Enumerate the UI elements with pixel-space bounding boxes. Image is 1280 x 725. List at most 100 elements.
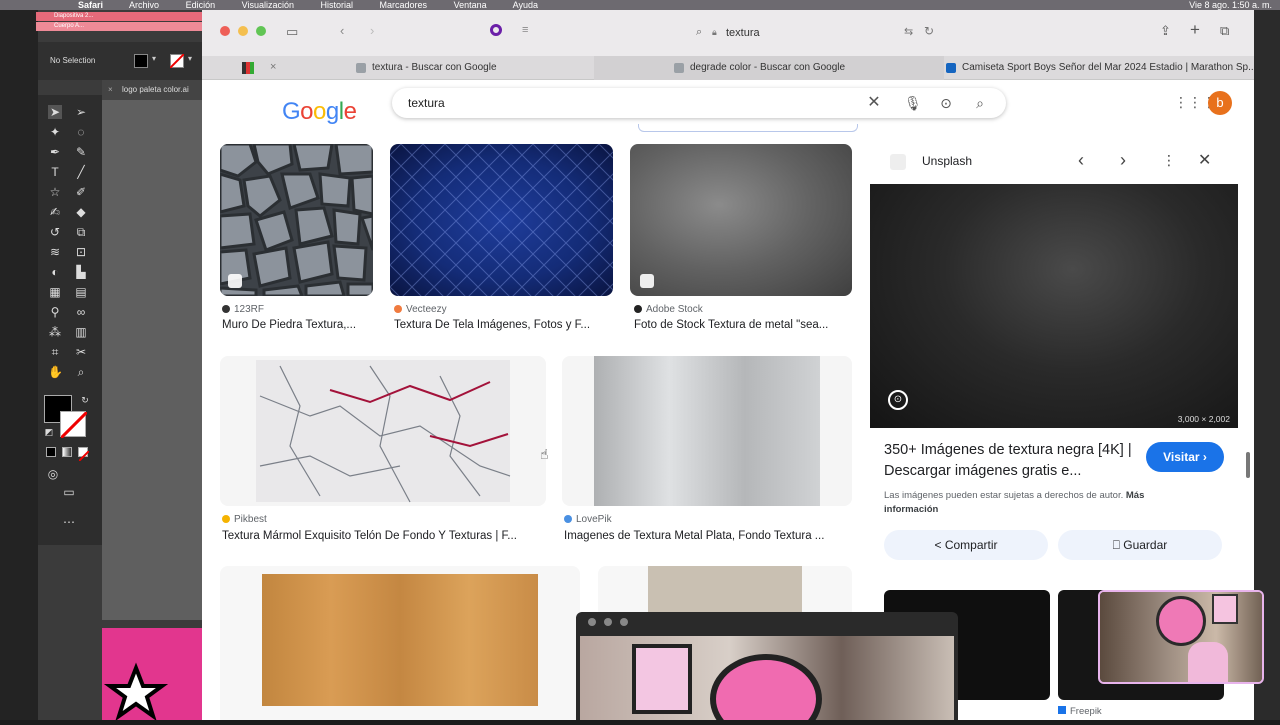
menu-visualizacion[interactable]: Visualización xyxy=(242,0,294,10)
color-mode-icon[interactable] xyxy=(46,447,56,457)
star-tool-icon[interactable]: ☆ xyxy=(48,185,62,199)
draw-mode-icon[interactable]: ◎ xyxy=(46,467,60,481)
search-query[interactable]: textura xyxy=(408,88,445,118)
google-logo[interactable]: Google xyxy=(282,98,357,126)
menu-edicion[interactable]: Edición xyxy=(186,0,216,10)
result-image-wood[interactable] xyxy=(220,566,580,720)
mesh-tool-icon[interactable]: ▦ xyxy=(48,285,62,299)
next-icon[interactable]: › xyxy=(1120,150,1126,171)
result-title[interactable]: Muro De Piedra Textura,... xyxy=(222,319,382,331)
video-overlay-window[interactable] xyxy=(576,612,958,720)
window-minimize-button[interactable] xyxy=(238,26,248,36)
lens-search-icon[interactable]: ⊙ xyxy=(888,390,908,410)
chevron-down-icon[interactable]: ▾ xyxy=(188,54,192,63)
result-title[interactable]: Textura De Tela Imágenes, Fotos y F... xyxy=(394,319,614,331)
google-search-box[interactable]: textura ✕ 🎙︎ ⊙ ⌕ xyxy=(392,88,1006,118)
result-image-metal[interactable] xyxy=(630,144,852,296)
symbol-sprayer-tool-icon[interactable]: ⁂ xyxy=(48,325,62,339)
artboard-canvas[interactable] xyxy=(102,100,202,620)
magic-wand-tool-icon[interactable]: ✦ xyxy=(48,125,62,139)
result-title[interactable]: Textura Mármol Exquisito Telón De Fondo … xyxy=(222,530,546,542)
result-title[interactable]: Foto de Stock Textura de metal "sea... xyxy=(634,319,854,331)
none-mode-icon[interactable] xyxy=(78,447,90,462)
eyedropper-tool-icon[interactable]: ⚲ xyxy=(48,305,62,319)
type-tool-icon[interactable]: T xyxy=(48,165,62,179)
visit-button[interactable]: Visitar › xyxy=(1146,442,1224,472)
close-tab-icon[interactable]: × xyxy=(270,61,276,73)
screen-mode-icon[interactable]: ▭ xyxy=(62,485,76,499)
preview-image[interactable]: ⊙ 3,000 × 2,002 xyxy=(870,184,1238,428)
new-tab-icon[interactable]: + xyxy=(1190,20,1200,40)
eraser-tool-icon[interactable]: ◆ xyxy=(74,205,88,219)
save-button[interactable]: ⎕ Guardar xyxy=(1058,530,1222,560)
gradient-tool-icon[interactable]: ▤ xyxy=(74,285,88,299)
menubar-clock[interactable]: Vie 8 ago. 1:50 a. m. xyxy=(1189,0,1272,10)
share-button[interactable]: < Compartir xyxy=(884,530,1048,560)
slice-tool-icon[interactable]: ✂ xyxy=(74,345,88,359)
gradient-mode-icon[interactable] xyxy=(62,447,72,457)
more-tools-icon[interactable]: ⋯ xyxy=(62,515,76,529)
menu-app-name[interactable]: Safari xyxy=(78,0,103,10)
line-tool-icon[interactable]: ╱ xyxy=(74,165,88,179)
translate-icon[interactable]: ⇆ xyxy=(904,25,913,38)
shaper-tool-icon[interactable]: ✍ xyxy=(48,205,62,219)
clear-icon[interactable]: ✕ xyxy=(866,95,882,111)
preview-title[interactable]: 350+ Imágenes de textura negra [4K] | De… xyxy=(884,440,1154,482)
selection-tool-icon[interactable]: ➤ xyxy=(48,105,62,119)
graph-tool-icon[interactable]: ▥ xyxy=(74,325,88,339)
result-image-stone[interactable] xyxy=(220,144,373,296)
more-options-icon[interactable]: ⋮ xyxy=(1162,152,1176,169)
close-icon[interactable]: × xyxy=(108,80,113,100)
document-tab[interactable]: × logo paleta color.ai xyxy=(102,80,202,100)
menu-historial[interactable]: Historial xyxy=(321,0,354,10)
menu-marcadores[interactable]: Marcadores xyxy=(380,0,428,10)
reader-icon[interactable]: ≡ xyxy=(522,24,528,36)
account-avatar[interactable]: b xyxy=(1208,91,1232,115)
tab-pinned[interactable] xyxy=(236,56,262,80)
microphone-icon[interactable]: 🎙︎ xyxy=(904,95,922,111)
sidebar-toggle-icon[interactable]: ▭ xyxy=(286,24,298,40)
forward-icon[interactable]: › xyxy=(370,23,374,38)
shape-builder-tool-icon[interactable]: ◐ xyxy=(48,265,62,279)
close-icon[interactable]: ✕ xyxy=(1198,150,1211,170)
artboard-tool-icon[interactable]: ⌗ xyxy=(48,345,62,359)
tab-overview-icon[interactable]: ⧉ xyxy=(1220,23,1229,39)
search-icon[interactable]: ⌕ xyxy=(972,95,988,111)
direct-selection-tool-icon[interactable]: ➢ xyxy=(74,105,88,119)
free-transform-tool-icon[interactable]: ⊡ xyxy=(74,245,88,259)
zoom-tool-icon[interactable]: ⌕ xyxy=(74,365,88,379)
window-zoom-button[interactable] xyxy=(256,26,266,36)
share-icon[interactable]: ⇪ xyxy=(1160,23,1171,39)
reload-icon[interactable]: ↻ xyxy=(924,24,934,38)
swap-colors-icon[interactable]: ↻ xyxy=(78,393,92,407)
default-colors-icon[interactable]: ◩ xyxy=(42,425,56,439)
result-image-silver[interactable] xyxy=(562,356,852,506)
hand-tool-icon[interactable]: ✋ xyxy=(48,365,63,379)
menu-ayuda[interactable]: Ayuda xyxy=(513,0,538,10)
menu-archivo[interactable]: Archivo xyxy=(129,0,159,10)
lens-icon[interactable]: ⊙ xyxy=(938,95,954,111)
curvature-tool-icon[interactable]: ✎ xyxy=(74,145,88,159)
window-close-button[interactable] xyxy=(220,26,230,36)
paintbrush-tool-icon[interactable]: ✐ xyxy=(74,185,88,199)
previous-icon[interactable]: ‹ xyxy=(1078,150,1084,171)
result-image-marble[interactable] xyxy=(220,356,546,506)
extension-icon[interactable] xyxy=(490,24,502,36)
live-paint-tool-icon[interactable]: ▙ xyxy=(74,265,88,279)
stroke-swatch[interactable] xyxy=(170,54,184,68)
result-image-fabric[interactable] xyxy=(390,144,613,296)
pen-tool-icon[interactable]: ✒ xyxy=(48,145,62,159)
blend-tool-icon[interactable]: ∞ xyxy=(74,305,88,319)
panel-source[interactable]: Unsplash xyxy=(922,154,972,168)
address-bar[interactable]: textura xyxy=(726,22,826,44)
stroke-color-swatch[interactable] xyxy=(59,410,89,440)
chevron-down-icon[interactable]: ▾ xyxy=(152,54,156,63)
result-title[interactable]: Imagenes de Textura Metal Plata, Fondo T… xyxy=(564,530,854,542)
scale-tool-icon[interactable]: ⧉ xyxy=(74,225,88,239)
page-scrollbar-thumb[interactable] xyxy=(1246,452,1250,478)
warp-tool-icon[interactable]: ≋ xyxy=(48,245,62,259)
tab-marathon[interactable]: Camiseta Sport Boys Señor del Mar 2024 E… xyxy=(944,56,1254,80)
fill-swatch[interactable] xyxy=(134,54,148,68)
tab-degrade[interactable]: degrade color - Buscar con Google xyxy=(594,56,944,80)
menu-ventana[interactable]: Ventana xyxy=(454,0,487,10)
